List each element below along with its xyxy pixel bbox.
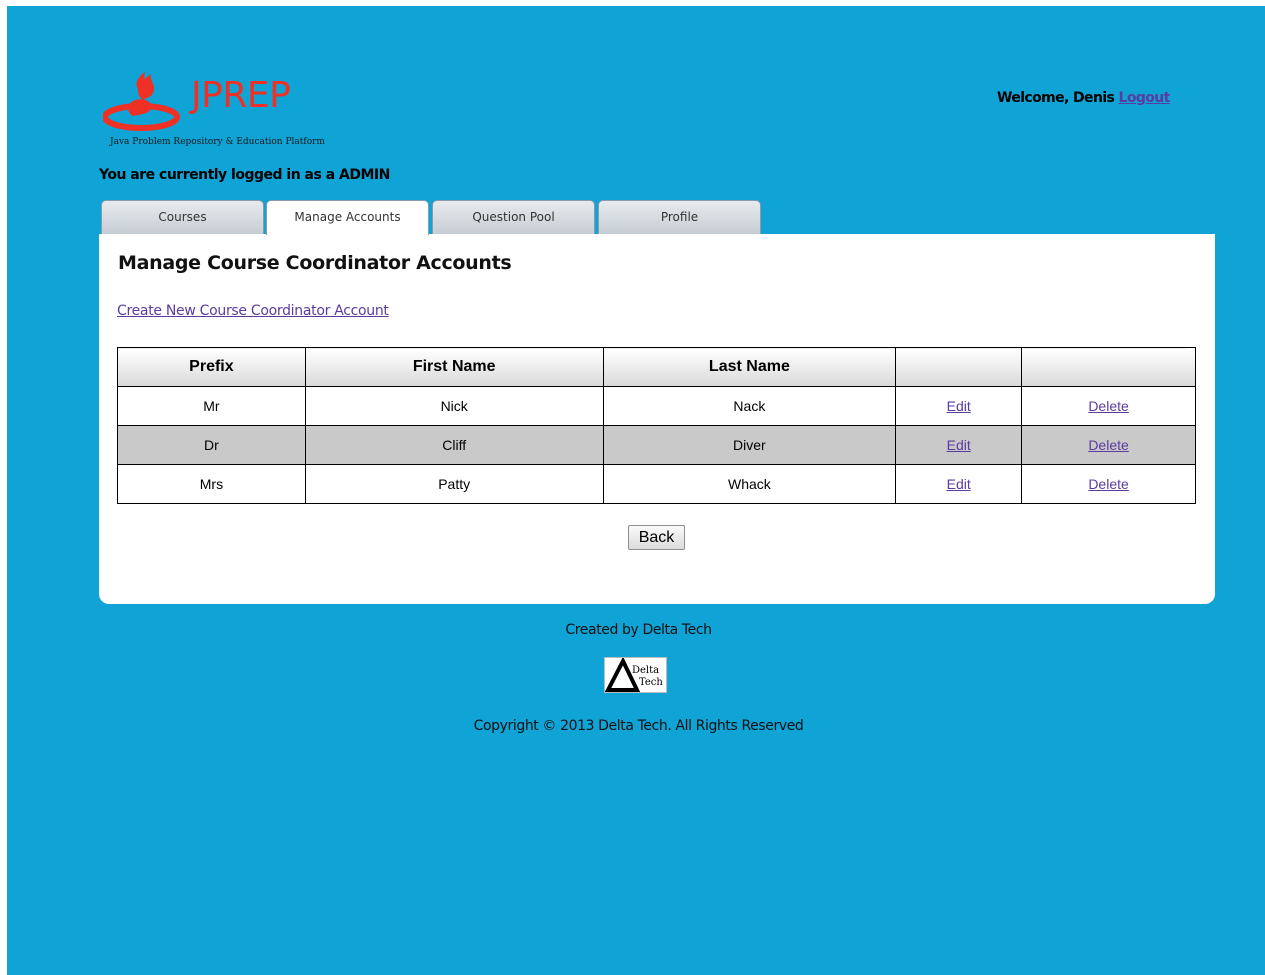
created-by-text: Created by Delta Tech [565, 622, 712, 638]
edit-link[interactable]: Edit [947, 398, 971, 414]
logo-text: JPREP [191, 75, 291, 116]
cell-delete: Delete [1021, 425, 1196, 465]
login-status-text: You are currently logged in as a ADMIN [99, 167, 390, 183]
cell-delete: Delete [1021, 386, 1196, 426]
delete-link[interactable]: Delete [1088, 476, 1128, 492]
tab-question-pool[interactable]: Question Pool [432, 200, 595, 234]
column-header-last-name: Last Name [602, 347, 897, 387]
copyright-text: Copyright © 2013 Delta Tech. All Rights … [473, 718, 804, 734]
column-header-prefix: Prefix [117, 347, 306, 387]
logout-link[interactable]: Logout [1119, 90, 1171, 106]
content-panel: Manage Course Coordinator Accounts Creat… [99, 234, 1215, 604]
jprep-logo[interactable]: JPREP Java Problem Repository & Educatio… [103, 70, 363, 150]
page-title: Manage Course Coordinator Accounts [118, 252, 512, 274]
table-row: Dr Cliff Diver Edit Delete [117, 425, 1196, 465]
cell-edit: Edit [895, 386, 1023, 426]
delta-tech-logo: Delta Tech [604, 657, 667, 693]
tab-profile[interactable]: Profile [598, 200, 761, 234]
column-header-first-name: First Name [304, 347, 604, 387]
tab-courses[interactable]: Courses [101, 200, 264, 234]
welcome-text: Welcome, Denis [997, 90, 1115, 106]
delta-logo-word: Delta [632, 665, 660, 676]
table-row: Mr Nick Nack Edit Delete [117, 386, 1196, 426]
tech-logo-word: Tech [639, 677, 663, 688]
cell-first-name: Patty [304, 464, 604, 504]
welcome-message: Welcome, Denis Logout [997, 90, 1170, 106]
cell-prefix: Dr [117, 425, 306, 465]
back-button[interactable]: Back [628, 525, 685, 550]
edit-link[interactable]: Edit [947, 476, 971, 492]
column-header-edit [895, 347, 1023, 387]
tab-manage-accounts[interactable]: Manage Accounts [266, 200, 429, 235]
edit-link[interactable]: Edit [947, 437, 971, 453]
cell-prefix: Mr [117, 386, 306, 426]
delete-link[interactable]: Delete [1088, 398, 1128, 414]
cell-first-name: Nick [304, 386, 604, 426]
cell-last-name: Nack [602, 386, 897, 426]
cell-edit: Edit [895, 464, 1023, 504]
delete-link[interactable]: Delete [1088, 437, 1128, 453]
flame-logo-icon [103, 72, 180, 131]
table-header-row: Prefix First Name Last Name [117, 347, 1196, 387]
accounts-table: Prefix First Name Last Name Mr Nick Nack… [117, 347, 1196, 504]
cell-delete: Delete [1021, 464, 1196, 504]
logo-tagline: Java Problem Repository & Education Plat… [110, 137, 325, 147]
cell-edit: Edit [895, 425, 1023, 465]
cell-prefix: Mrs [117, 464, 306, 504]
cell-last-name: Whack [602, 464, 897, 504]
create-account-link[interactable]: Create New Course Coordinator Account [117, 303, 389, 319]
table-row: Mrs Patty Whack Edit Delete [117, 464, 1196, 504]
cell-last-name: Diver [602, 425, 897, 465]
cell-first-name: Cliff [304, 425, 604, 465]
column-header-delete [1021, 347, 1196, 387]
